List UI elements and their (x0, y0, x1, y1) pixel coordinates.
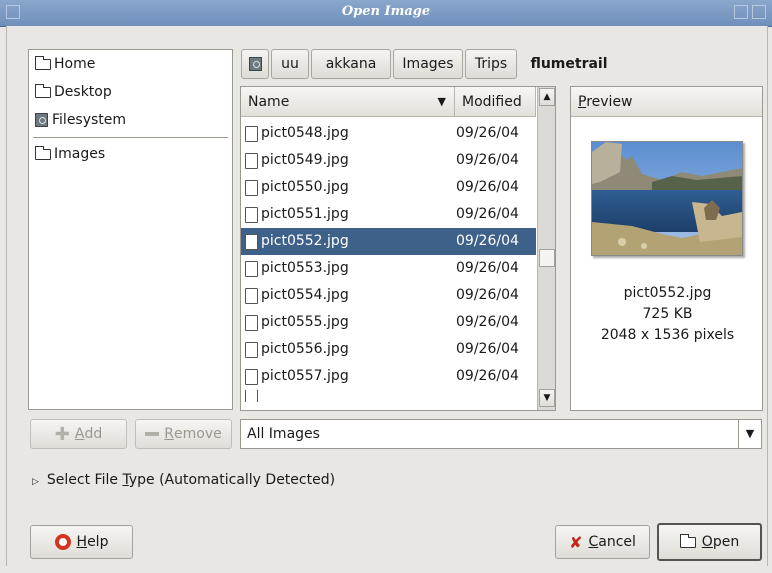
window-titlebar[interactable]: Open Image (0, 0, 772, 27)
remove-bookmark-button[interactable]: Remove (135, 419, 232, 449)
file-list-scrollbar[interactable]: ▲ ▼ (537, 87, 555, 410)
file-list: Name ▼ Modified pict0548.jpg 09/26/04 pic… (240, 86, 556, 411)
file-icon (245, 287, 258, 304)
column-header-name[interactable]: Name ▼ (241, 87, 455, 117)
lifebuoy-icon (54, 534, 71, 550)
scroll-down-button[interactable]: ▼ (539, 389, 555, 407)
expander-arrow-icon: ▷ (32, 477, 39, 487)
column-header-modified[interactable]: Modified (455, 87, 536, 117)
path-button-uu[interactable]: uu (271, 49, 309, 79)
sidebar-item-images[interactable]: Images (35, 143, 105, 165)
close-button[interactable] (752, 5, 766, 19)
sidebar-separator (33, 137, 228, 138)
path-button-images[interactable]: Images (393, 49, 463, 79)
path-button-trips[interactable]: Trips (465, 49, 517, 79)
window-title: Open Image (341, 4, 431, 19)
list-item[interactable]: pict0548.jpg 09/26/04 (241, 120, 536, 147)
path-toggle-button[interactable] (241, 49, 269, 79)
cancel-button[interactable]: ✘ Cancel (555, 525, 650, 559)
file-icon (245, 390, 258, 402)
file-icon (245, 152, 258, 169)
preview-panel: Preview pict0552.jpg 725 KB 2048 x 1536 … (570, 86, 763, 411)
file-icon (245, 341, 258, 358)
sidebar-item-label: Filesystem (52, 112, 127, 128)
folder-open-icon (679, 533, 696, 548)
file-filter-combo[interactable]: All Images ▼ (240, 419, 762, 449)
path-button-akkana[interactable]: akkana (311, 49, 391, 79)
sidebar-item-label: Home (54, 56, 96, 72)
cross-icon: ✘ (569, 532, 583, 552)
list-item[interactable]: pict0551.jpg 09/26/04 (241, 201, 536, 228)
folder-icon (35, 145, 51, 160)
drive-icon (35, 113, 48, 127)
help-button[interactable]: Help (30, 525, 133, 559)
sidebar-item-home[interactable]: Home (35, 53, 95, 75)
file-icon (245, 368, 258, 385)
sidebar-item-label: Images (54, 146, 106, 162)
sort-down-icon: ▼ (437, 95, 446, 108)
file-icon (245, 260, 258, 277)
list-item[interactable]: pict0550.jpg 09/26/04 (241, 174, 536, 201)
plus-icon: ✚ (54, 423, 70, 445)
places-sidebar: Home Desktop Filesystem Images (28, 49, 233, 410)
folder-icon (35, 55, 51, 70)
preview-filename: pict0552.jpg (623, 285, 712, 301)
list-item[interactable]: pict0554.jpg 09/26/04 (241, 282, 536, 309)
preview-header: Preview (571, 87, 762, 117)
list-item[interactable]: pict0555.jpg 09/26/04 (241, 309, 536, 336)
list-item-partial[interactable] (241, 390, 536, 402)
chevron-down-icon: ▼ (738, 420, 761, 448)
scroll-up-button[interactable]: ▲ (539, 88, 555, 106)
list-item[interactable]: pict0556.jpg 09/26/04 (241, 336, 536, 363)
folder-icon (35, 83, 51, 98)
open-button[interactable]: Open (657, 523, 762, 561)
file-icon (245, 206, 258, 223)
file-icon (245, 233, 258, 250)
minus-icon (145, 432, 160, 436)
sidebar-item-label: Desktop (54, 84, 112, 100)
list-item[interactable]: pict0557.jpg 09/26/04 (241, 363, 536, 390)
file-type-expander[interactable]: ▷ Select File Type (Automatically Detecte… (32, 470, 335, 490)
maximize-button[interactable] (734, 5, 748, 19)
scroll-thumb[interactable] (539, 249, 555, 267)
sidebar-item-desktop[interactable]: Desktop (35, 81, 112, 103)
preview-filesize: 725 KB (642, 306, 693, 322)
add-bookmark-button[interactable]: ✚ Add (30, 419, 127, 449)
file-icon (245, 125, 258, 142)
list-item-selected[interactable]: pict0552.jpg 09/26/04 (241, 228, 536, 255)
sidebar-item-filesystem[interactable]: Filesystem (35, 109, 126, 131)
drive-icon (248, 57, 262, 71)
path-button-flumetrail[interactable]: flumetrail (519, 49, 619, 79)
list-item[interactable]: pict0553.jpg 09/26/04 (241, 255, 536, 282)
list-item[interactable]: pict0549.jpg 09/26/04 (241, 147, 536, 174)
preview-thumbnail (591, 141, 743, 256)
file-icon (245, 314, 258, 331)
file-icon (245, 179, 258, 196)
preview-dimensions: 2048 x 1536 pixels (600, 327, 735, 343)
